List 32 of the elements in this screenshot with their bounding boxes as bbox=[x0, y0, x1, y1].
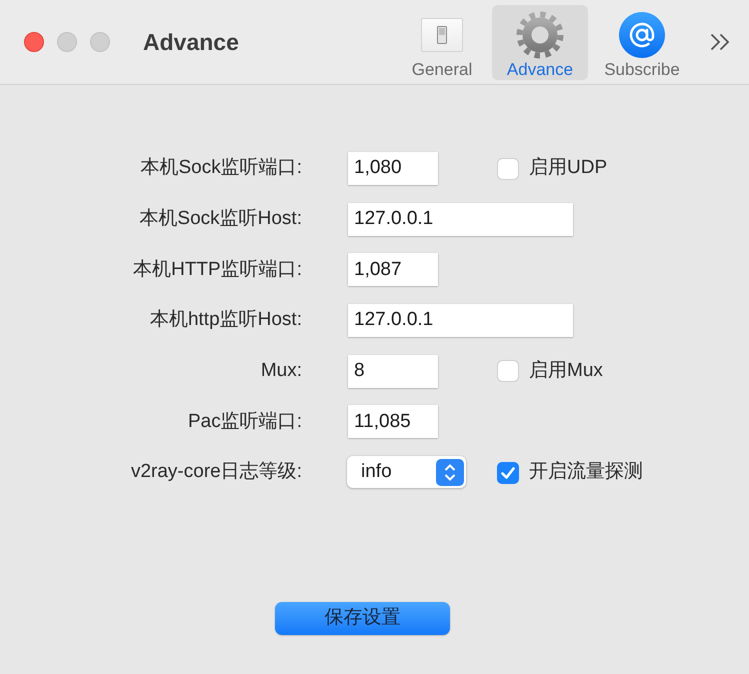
field-label: 本机Sock监听Host: bbox=[138, 206, 302, 231]
at-sign-icon bbox=[619, 12, 665, 58]
window-title: Advance bbox=[143, 28, 239, 57]
switch-icon bbox=[421, 18, 463, 52]
field-label: 本机http监听Host: bbox=[148, 308, 302, 332]
minimize-button[interactable] bbox=[57, 32, 77, 52]
toolbar-tab[interactable]: General bbox=[402, 4, 482, 80]
checkbox-label: 开启流量探测 bbox=[529, 460, 643, 484]
field-label: Mux: bbox=[260, 359, 302, 383]
field-label: v2ray-core日志等级: bbox=[130, 460, 302, 484]
close-button[interactable] bbox=[24, 32, 44, 52]
log-level-select[interactable]: info bbox=[347, 456, 466, 488]
number-field[interactable]: 1,080 bbox=[348, 152, 438, 185]
zoom-button[interactable] bbox=[90, 32, 110, 52]
number-field[interactable]: 11,085 bbox=[348, 405, 438, 438]
checkbox[interactable] bbox=[497, 462, 519, 484]
gear-icon bbox=[516, 11, 564, 59]
checkbox[interactable] bbox=[497, 158, 519, 180]
number-field[interactable]: 8 bbox=[348, 354, 438, 388]
toolbar-tab[interactable]: Subscribe bbox=[594, 4, 690, 80]
text-field[interactable]: 127.0.0.1 bbox=[348, 202, 573, 236]
checkbox-label: 启用Mux bbox=[529, 359, 603, 383]
save-button[interactable]: 保存设置 bbox=[275, 602, 450, 636]
field-label: 本机Sock监听端口: bbox=[139, 156, 302, 180]
double-chevron-icon[interactable] bbox=[710, 33, 730, 51]
checkbox-label: 启用UDP bbox=[529, 156, 608, 180]
field-label: Pac监听端口: bbox=[186, 410, 302, 434]
number-field[interactable]: 1,087 bbox=[348, 253, 438, 286]
checkbox[interactable] bbox=[497, 360, 519, 382]
text-field[interactable]: 127.0.0.1 bbox=[348, 304, 573, 338]
updown-arrows-icon bbox=[436, 458, 464, 486]
field-label: 本机HTTP监听端口: bbox=[132, 258, 302, 282]
